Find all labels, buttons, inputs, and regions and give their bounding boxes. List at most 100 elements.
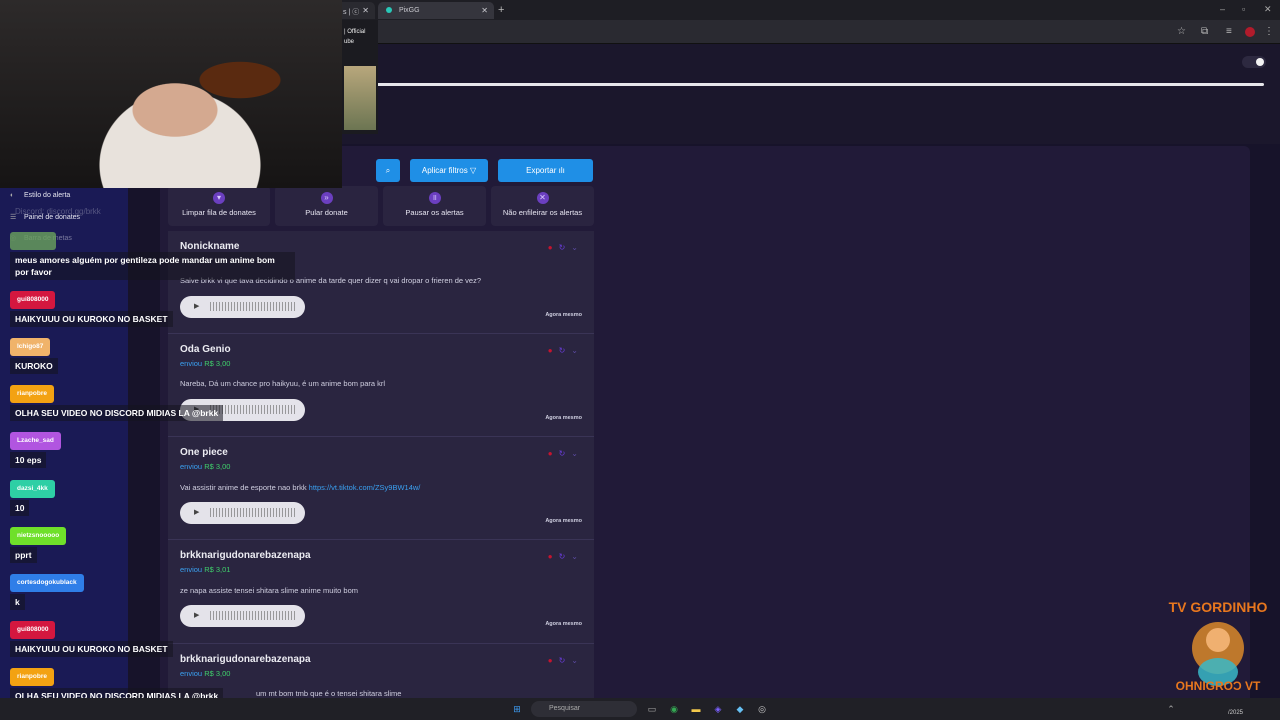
star-icon[interactable]: ☆ bbox=[1177, 26, 1186, 37]
close-icon[interactable]: ✕ bbox=[362, 6, 369, 15]
donation-time: Agora mesmo bbox=[545, 415, 582, 421]
expand-icon[interactable]: ⌄ bbox=[571, 449, 578, 458]
pause-icon: ॥ bbox=[428, 192, 441, 204]
audio-player[interactable]: ▶ bbox=[180, 296, 305, 318]
donation-card: brkknarigudonarebazenapa enviou R$ 3,01 … bbox=[168, 540, 594, 644]
discord-icon[interactable]: ◈ bbox=[711, 702, 725, 716]
pixgg-favicon-icon bbox=[386, 7, 392, 13]
message-link[interactable]: https://vt.tiktok.com/ZSy9BW14w/ bbox=[309, 483, 421, 492]
browser-tab-pixgg[interactable]: PixGG ✕ bbox=[378, 2, 494, 19]
expand-icon[interactable]: ⌄ bbox=[571, 552, 578, 561]
minimize-icon[interactable]: – bbox=[1220, 4, 1225, 14]
expand-icon[interactable]: ⌄ bbox=[571, 346, 578, 355]
apply-filters-button[interactable]: Aplicar filtros ▽ bbox=[410, 159, 488, 182]
replay-icon[interactable]: ↻ bbox=[559, 552, 566, 561]
donation-actions: ● ↻ ⌄ bbox=[542, 243, 578, 252]
no-queue-alerts-button[interactable]: ✕ Não enfileirar os alertas bbox=[491, 186, 594, 226]
audio-player[interactable]: ▶ bbox=[180, 502, 305, 524]
nav-alert-style[interactable]: ◐ Estilo do alerta bbox=[10, 192, 70, 199]
browser-menu-icon[interactable]: ⋮ bbox=[1264, 26, 1274, 37]
windows-start-icon[interactable]: ⊞ bbox=[510, 702, 524, 716]
pause-alerts-button[interactable]: ॥ Pausar os alertas bbox=[383, 186, 486, 226]
sent-label: enviou bbox=[180, 359, 203, 368]
delete-icon[interactable]: ● bbox=[548, 656, 553, 665]
chat-username-badge: rianpobre bbox=[10, 385, 54, 403]
donation-time: Agora mesmo bbox=[545, 312, 582, 318]
mini-video-preview: | Official ube bbox=[342, 20, 378, 134]
tab-label: s | ⓒ bbox=[343, 9, 360, 16]
donation-amount: R$ 3,00 bbox=[204, 462, 231, 471]
donor-name: Nonickname bbox=[180, 241, 240, 252]
export-label: Exportar bbox=[526, 166, 557, 175]
action-label: Pausar os alertas bbox=[405, 208, 464, 217]
skip-donate-button[interactable]: » Pular donate bbox=[275, 186, 378, 226]
profile-avatar[interactable] bbox=[1245, 27, 1255, 37]
chat-username-badge: rianpobre bbox=[10, 668, 54, 686]
action-label: Limpar fila de donates bbox=[182, 208, 256, 217]
logo-text-bottom: OHNIGROƆ VT bbox=[1176, 679, 1261, 693]
skip-icon: » bbox=[320, 192, 333, 204]
play-icon[interactable]: ▶ bbox=[194, 611, 199, 619]
replay-icon[interactable]: ↻ bbox=[559, 346, 566, 355]
new-tab-button[interactable]: + bbox=[498, 4, 504, 16]
apply-filters-label: Aplicar filtros bbox=[421, 166, 468, 175]
theme-toggle[interactable] bbox=[1242, 56, 1266, 68]
search-button[interactable]: ⌕ bbox=[376, 159, 400, 182]
chrome-icon[interactable]: ◉ bbox=[667, 702, 681, 716]
logo-graphic: TV GORDINHO OHNIGROƆ VT bbox=[1169, 599, 1268, 693]
donation-amount: R$ 3,01 bbox=[204, 565, 231, 574]
chat-message: 10 eps bbox=[10, 452, 47, 468]
steam-icon[interactable]: ◆ bbox=[733, 702, 747, 716]
close-icon[interactable]: ✕ bbox=[481, 6, 488, 15]
expand-icon[interactable]: ⌄ bbox=[571, 243, 578, 252]
donation-actions: ● ↻ ⌄ bbox=[542, 449, 578, 458]
media-control-icon[interactable]: ≡ bbox=[1226, 26, 1232, 37]
task-view-icon[interactable]: ▭ bbox=[645, 702, 659, 716]
delete-icon[interactable]: ● bbox=[548, 552, 553, 561]
discord-ghost-text: Discord: discord.gg/brkk bbox=[15, 207, 101, 216]
chat-username-badge: Ichigo87 bbox=[10, 338, 51, 356]
chat-message: k bbox=[10, 594, 25, 610]
message-text: Vai assistir anime de esporte nao brkk bbox=[180, 483, 309, 492]
maximize-icon[interactable]: ▫ bbox=[1242, 4, 1245, 14]
chat-username-badge: nietzsnooooo bbox=[10, 527, 67, 545]
replay-icon[interactable]: ↻ bbox=[559, 656, 566, 665]
delete-icon[interactable]: ● bbox=[548, 243, 553, 252]
caption-line: ube bbox=[344, 39, 355, 45]
close-window-icon[interactable]: ✕ bbox=[1264, 4, 1272, 15]
chat-message: meus amores alguém por gentileza pode ma… bbox=[10, 252, 295, 280]
waveform[interactable] bbox=[210, 508, 295, 517]
delete-icon[interactable]: ● bbox=[548, 346, 553, 355]
donation-actions: ● ↻ ⌄ bbox=[542, 346, 578, 355]
donation-card: Nonickname ● ↻ ⌄ Salve brkk vi que tava de… bbox=[168, 231, 594, 334]
replay-icon[interactable]: ↻ bbox=[559, 449, 566, 458]
expand-icon[interactable]: ⌄ bbox=[571, 656, 578, 665]
donor-name: One piece bbox=[180, 447, 228, 458]
clear-queue-button[interactable]: ▾ Limpar fila de donates bbox=[168, 186, 270, 226]
donation-message: ze napa assiste tensei shitara slime ani… bbox=[180, 586, 359, 595]
waveform[interactable] bbox=[210, 302, 295, 311]
donation-amount-line: enviou R$ 3,01 bbox=[180, 565, 230, 574]
delete-icon[interactable]: ● bbox=[548, 449, 553, 458]
app-header bbox=[340, 44, 1280, 144]
export-button[interactable]: Exportar ılı bbox=[498, 159, 593, 182]
replay-icon[interactable]: ↻ bbox=[559, 243, 566, 252]
tray-chevron-icon[interactable]: ⌃ bbox=[1164, 702, 1178, 716]
audio-player[interactable]: ▶ bbox=[180, 605, 305, 627]
donation-card: One piece enviou R$ 3,00 ● ↻ ⌄ Vai assisti… bbox=[168, 437, 594, 540]
taskbar-search[interactable]: Pesquisar bbox=[531, 701, 637, 717]
waveform[interactable] bbox=[210, 611, 295, 620]
chat-message: KUROKO bbox=[10, 358, 58, 374]
play-icon[interactable]: ▶ bbox=[194, 302, 199, 310]
nav-label: Estilo do alerta bbox=[24, 192, 71, 199]
file-explorer-icon[interactable]: ▬ bbox=[689, 702, 703, 716]
obs-icon[interactable]: ◎ bbox=[755, 702, 769, 716]
play-icon[interactable]: ▶ bbox=[194, 508, 199, 516]
chat-message: HAIKYUUU OU KUROKO NO BASKET bbox=[10, 311, 173, 327]
chat-username-badge: gui808000 bbox=[10, 291, 56, 309]
donation-amount: R$ 3,00 bbox=[204, 669, 231, 678]
palette-icon: ◐ bbox=[10, 192, 15, 199]
extensions-icon[interactable]: ⧉ bbox=[1201, 26, 1208, 37]
bell-off-icon: ✕ bbox=[536, 192, 549, 204]
donor-name: Oda Genio bbox=[180, 344, 231, 355]
